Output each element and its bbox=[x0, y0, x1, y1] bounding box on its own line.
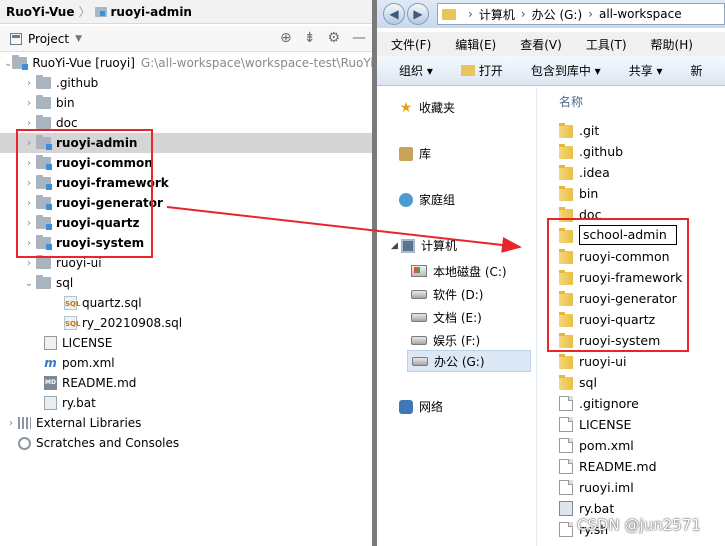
screenshot-root: RuoYi-Vue 〉 ruoyi-admin Project ▼ ⊕ ⇟ ⚙ … bbox=[0, 0, 725, 546]
watermark: CSDN @jun2571 bbox=[577, 516, 701, 534]
annotation-arrow bbox=[166, 206, 522, 253]
